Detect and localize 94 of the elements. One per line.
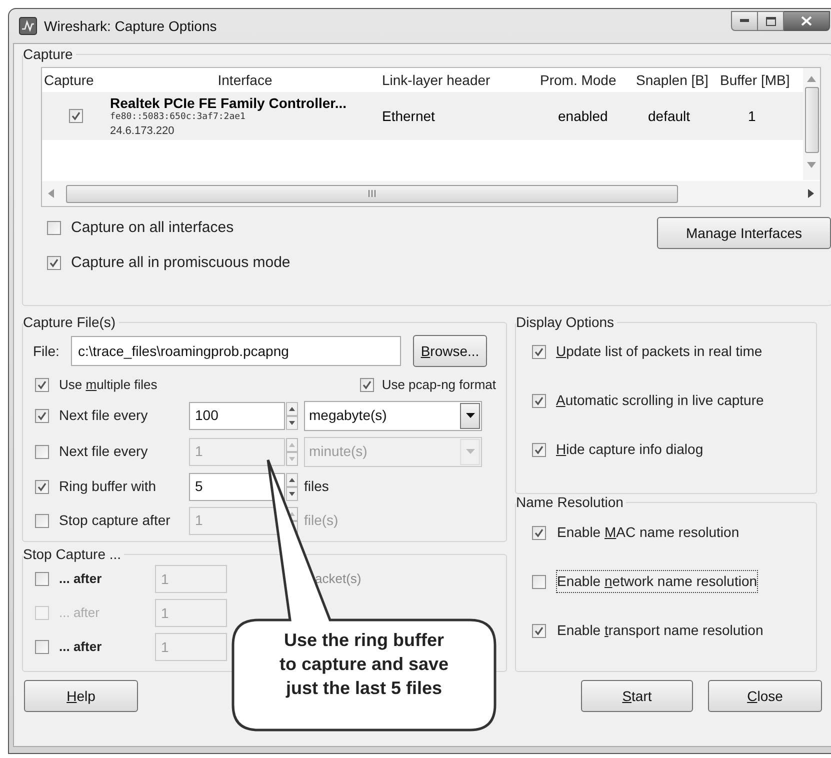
check-icon: [362, 380, 372, 390]
table-cell-text: 1: [747, 106, 757, 126]
unit-label: file(s): [304, 511, 338, 530]
checkbox-label[interactable]: Ring buffer with: [59, 476, 189, 497]
check-icon: [534, 444, 544, 454]
close-icon: [801, 16, 812, 26]
checkbox[interactable]: [532, 442, 546, 456]
checkbox-label[interactable]: Enable MAC name resolution: [556, 521, 740, 544]
close-button[interactable]: [784, 11, 830, 31]
column-header[interactable]: Link-layer header: [380, 70, 538, 90]
check-icon: [37, 380, 47, 390]
scrollbar-thumb[interactable]: [66, 184, 678, 202]
window-title: Wireshark: Capture Options: [44, 16, 217, 36]
interface-address: fe80::5083:650c:3af7:2ae1: [110, 111, 246, 124]
checkbox-label[interactable]: Next file every: [59, 405, 189, 426]
checkbox[interactable]: [35, 640, 49, 654]
table-row[interactable]: Realtek PCIe FE Family Controller... fe80::5083:650c:3af7:2ae1 24.6.173.220 Ethernet enabled default 1: [42, 92, 804, 140]
unit-label: files: [304, 477, 329, 496]
dropdown-arrow-icon: [466, 413, 474, 418]
checkbox-label[interactable]: Capture all in promiscuous mode: [71, 252, 290, 274]
scroll-down-icon[interactable]: [807, 162, 816, 168]
check-icon: [534, 346, 544, 356]
number-field[interactable]: 5: [189, 472, 285, 500]
group-title: Display Options: [516, 313, 616, 332]
checkbox[interactable]: [69, 109, 83, 123]
checkbox[interactable]: [532, 526, 546, 540]
group-title: Stop Capture ...: [23, 545, 122, 564]
checkbox[interactable]: [532, 574, 546, 588]
column-header[interactable]: Snaplen [B]: [634, 70, 718, 90]
check-icon: [534, 528, 544, 538]
maximize-icon: [766, 16, 776, 26]
group-title: Capture: [23, 45, 74, 64]
checkbox[interactable]: [35, 572, 49, 586]
checkbox-label[interactable]: ... after: [59, 569, 155, 589]
scroll-left-icon[interactable]: [48, 189, 54, 198]
check-icon: [71, 111, 81, 121]
file-label: File:: [33, 342, 60, 360]
checkbox-label[interactable]: Use pcap-ng format: [382, 375, 496, 394]
check-icon: [534, 626, 544, 636]
app-icon: [19, 17, 37, 35]
manage-interfaces-button[interactable]: Manage Interfaces: [657, 217, 831, 249]
checkbox[interactable]: [35, 480, 49, 494]
file-path-field[interactable]: c:\trace_files\roamingprob.pcapng: [71, 336, 401, 366]
maximize-button[interactable]: [758, 11, 784, 31]
scrollbar-thumb[interactable]: [804, 87, 818, 153]
column-header[interactable]: Prom. Mode: [538, 70, 634, 90]
table-cell-text: enabled: [557, 106, 609, 126]
check-icon: [49, 258, 59, 268]
checkbox-label[interactable]: Use multiple files: [59, 375, 158, 394]
checkbox-label[interactable]: Hide capture info dialog: [556, 439, 704, 460]
checkbox[interactable]: [532, 344, 546, 358]
checkbox[interactable]: [35, 408, 49, 422]
checkbox-label[interactable]: ... after: [59, 637, 155, 657]
scroll-right-icon[interactable]: [808, 189, 814, 198]
help-button[interactable]: Help: [24, 680, 138, 712]
checkbox-label[interactable]: Capture on all interfaces: [71, 217, 234, 240]
start-button[interactable]: Start: [581, 680, 693, 712]
browse-button[interactable]: Browse...: [413, 335, 487, 367]
horizontal-scrollbar[interactable]: [42, 181, 820, 206]
interface-name: Realtek PCIe FE Family Controller...: [110, 94, 348, 110]
grip-icon: [368, 190, 376, 197]
column-header[interactable]: Capture: [42, 70, 110, 90]
minimize-icon: [740, 19, 749, 23]
vertical-scrollbar[interactable]: [803, 68, 820, 180]
checkbox[interactable]: [532, 624, 546, 638]
interface-ip: 24.6.173.220: [110, 124, 176, 138]
checkbox[interactable]: [360, 378, 374, 392]
checkbox[interactable]: [47, 221, 61, 236]
close-button[interactable]: Close: [708, 680, 822, 712]
unit-label: acket(s): [315, 570, 362, 588]
checkbox[interactable]: [47, 256, 61, 270]
check-icon: [534, 396, 544, 406]
checkbox[interactable]: [532, 394, 546, 408]
scroll-up-icon[interactable]: [807, 76, 816, 82]
checkbox-label[interactable]: Enable network name resolution: [556, 570, 758, 593]
column-header[interactable]: Interface: [110, 70, 380, 90]
spinner-arrows-icon[interactable]: [286, 472, 298, 500]
check-icon: [37, 410, 47, 420]
spinner-arrows-icon[interactable]: [286, 402, 298, 430]
group-title: Capture File(s): [23, 313, 117, 332]
dropdown-arrow-icon: [466, 449, 474, 454]
checkbox-label[interactable]: Enable transport name resolution: [556, 619, 764, 642]
checkbox-label[interactable]: Automatic scrolling in live capture: [556, 390, 764, 411]
checkbox-label[interactable]: Update list of packets in real time: [556, 341, 762, 362]
table-cell-text: Ethernet: [381, 106, 436, 126]
table-cell-text: default: [647, 106, 692, 126]
check-icon: [37, 482, 47, 492]
column-header[interactable]: Buffer [MB]: [718, 70, 804, 90]
callout-text: Use the ring buffer to capture and save just the last 5 files: [278, 629, 450, 700]
number-field[interactable]: 100: [189, 402, 285, 430]
group-title: Name Resolution: [516, 493, 624, 512]
checkbox[interactable]: [35, 378, 49, 392]
minimize-button[interactable]: [731, 11, 758, 31]
unit-dropdown[interactable]: megabyte(s): [304, 400, 482, 430]
